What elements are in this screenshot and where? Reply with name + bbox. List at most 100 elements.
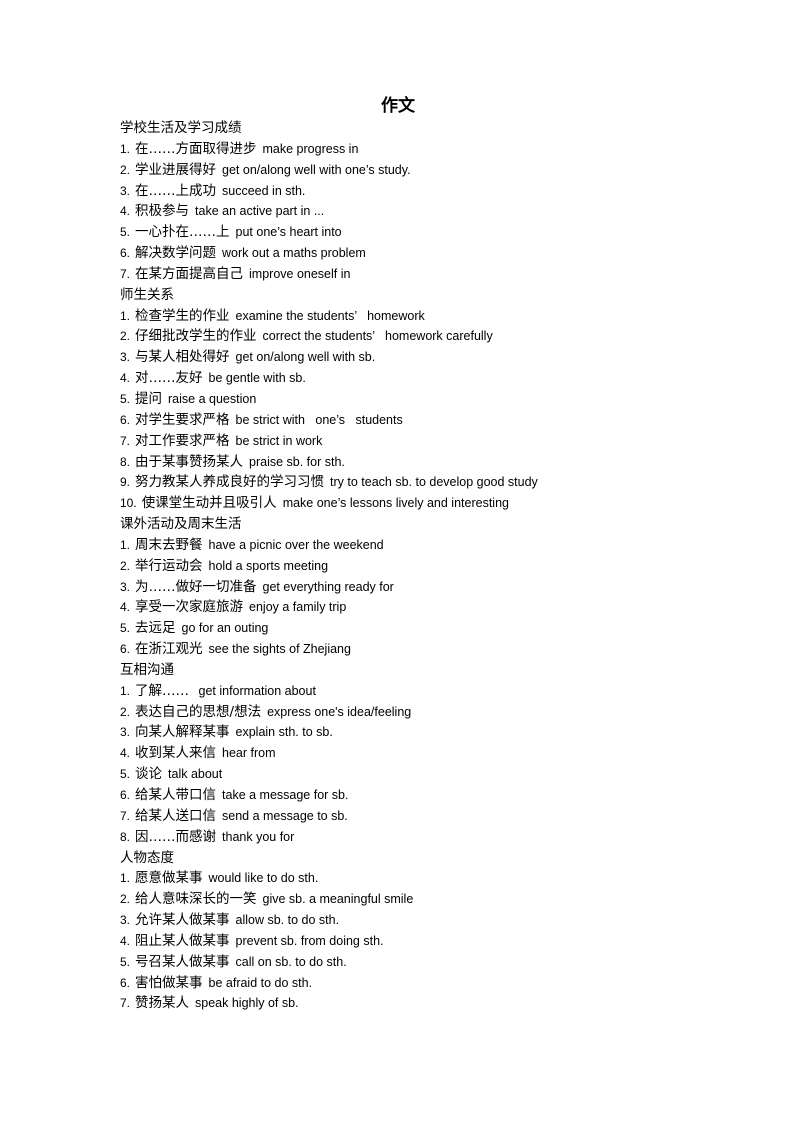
item-number: 5. (120, 225, 131, 240)
list-item: 1. 愿意做某事 would like to do sth. (120, 868, 680, 889)
sections-container: 学校生活及学习成绩 1. 在……方面取得进步 make progress in 2. 学业… (120, 118, 680, 1014)
item-number: 7. (120, 808, 131, 823)
list-item: 2. 学业进展得好 get on/along well with one’s stu… (120, 160, 680, 181)
item-number: 8. (120, 829, 131, 844)
item-number: 6. (120, 975, 131, 990)
list-item: 4. 享受一次家庭旅游 enjoy a family trip (120, 597, 680, 618)
list-item: 5. 去远足 go for an outing (120, 618, 680, 639)
item-english-phrase: explain sth. to sb. (235, 725, 333, 740)
item-chinese-phrase: 积极参与 (135, 203, 190, 220)
item-number: 2. (120, 892, 131, 907)
item-english-phrase: hold a sports meeting (208, 558, 329, 573)
list-item: 3. 在……上成功 succeed in sth. (120, 181, 680, 202)
list-item: 1. 了解…… get information about (120, 681, 680, 702)
list-item: 5. 一心扑在……上 put one’s heart into (120, 222, 680, 243)
list-item: 7. 在某方面提高自己 improve oneself in (120, 264, 680, 285)
item-chinese-phrase: 向某人解释某事 (135, 724, 230, 741)
item-english-phrase: enjoy a family trip (249, 600, 347, 615)
list-item: 8. 由于某事赞扬某人 praise sb. for sth. (120, 452, 680, 473)
item-chinese-phrase: 给某人带口信 (135, 787, 217, 803)
list-item: 2. 举行运动会 hold a sports meeting (120, 556, 680, 577)
item-chinese-phrase: 去远足 (135, 620, 176, 637)
title-text: 作文 (381, 96, 415, 116)
item-number: 2. (120, 329, 131, 344)
item-number: 3. (120, 579, 131, 594)
item-chinese-phrase: 学业进展得好 (135, 161, 217, 178)
item-english-phrase: be strict with one’s students (235, 412, 403, 427)
item-english-phrase: get information about (195, 683, 316, 698)
item-english-phrase: examine the students’ homework (235, 308, 425, 323)
section-heading: 课外活动及周末生活 (120, 516, 242, 533)
document-title: 作文 (0, 94, 794, 118)
list-item: 3. 向某人解释某事 explain sth. to sb. (120, 722, 680, 743)
document-page: 作文 学校生活及学习成绩 1. 在……方面取得进步 make progress in 2… (120, 94, 680, 1014)
list-item: 5. 号召某人做某事 call on sb. to do sth. (120, 952, 680, 973)
item-english-phrase: see the sights of Zhejiang (208, 642, 351, 657)
list-item: 4. 对……友好 be gentle with sb. (120, 368, 680, 389)
item-english-phrase: give sb. a meaningful smile (262, 892, 414, 907)
item-chinese-phrase: 赞扬某人 (135, 995, 190, 1012)
item-chinese-phrase: 在……上成功 (135, 182, 217, 199)
item-chinese-phrase: 与某人相处得好 (135, 349, 230, 366)
item-english-phrase: succeed in sth. (222, 183, 306, 198)
item-number: 1. (120, 683, 131, 698)
section-heading: 学校生活及学习成绩 (120, 120, 242, 136)
item-chinese-phrase: 因……而感谢 (135, 828, 217, 845)
item-number: 4. (120, 204, 131, 219)
item-number: 2. (120, 704, 131, 719)
list-item: 4. 积极参与 take an active part in ... (120, 201, 680, 222)
item-number: 6. (120, 246, 131, 261)
item-number: 9. (120, 475, 131, 490)
item-chinese-phrase: 检查学生的作业 (135, 307, 230, 324)
item-number: 2. (120, 162, 131, 177)
item-english-phrase: get on/along well with sb. (235, 350, 376, 365)
item-english-phrase: improve oneself in (249, 266, 351, 281)
list-item: 1. 检查学生的作业 examine the students’ homework (120, 306, 680, 327)
item-chinese-phrase: 阻止某人做某事 (135, 932, 230, 949)
item-english-phrase: be gentle with sb. (208, 371, 306, 386)
list-item: 6. 害怕做某事 be afraid to do sth. (120, 973, 680, 994)
item-number: 2. (120, 558, 131, 573)
item-english-phrase: talk about (168, 767, 223, 782)
item-chinese-phrase: 表达自己的思想/想法 (135, 703, 262, 720)
item-english-phrase: make one’s lessons lively and interestin… (282, 496, 509, 511)
item-english-phrase: express one's idea/feeling (267, 704, 412, 719)
list-item: 7. 给某人送口信 send a message to sb. (120, 806, 680, 827)
item-english-phrase: thank you for (222, 829, 295, 844)
item-chinese-phrase: 在……方面取得进步 (135, 140, 257, 157)
item-number: 5. (120, 391, 131, 406)
item-number: 1. (120, 537, 131, 552)
item-english-phrase: get everything ready for (262, 579, 394, 594)
item-chinese-phrase: 对工作要求严格 (135, 432, 230, 449)
item-chinese-phrase: 了解…… (135, 682, 190, 699)
item-english-phrase: make progress in (262, 141, 359, 156)
list-item: 2. 仔细批改学生的作业 correct the students’ homewor… (120, 326, 680, 347)
item-chinese-phrase: 在浙江观光 (135, 641, 203, 658)
list-item: 5. 谈论 talk about (120, 764, 680, 785)
item-number: 3. (120, 725, 131, 740)
item-number: 1. (120, 308, 131, 323)
list-item: 4. 阻止某人做某事 prevent sb. from doing sth. (120, 931, 680, 952)
item-number: 6. (120, 642, 131, 657)
item-chinese-phrase: 号召某人做某事 (135, 953, 230, 970)
item-number: 1. (120, 871, 131, 886)
item-number: 3. (120, 913, 131, 928)
item-chinese-phrase: 一心扑在……上 (135, 224, 230, 241)
list-item: 5. 提问 raise a question (120, 389, 680, 410)
item-english-phrase: send a message to sb. (222, 808, 348, 823)
item-chinese-phrase: 使课堂生动并且吸引人 (141, 495, 277, 512)
item-chinese-phrase: 收到某人来信 (135, 745, 217, 762)
list-item: 6. 给某人带口信 take a message for sb. (120, 785, 680, 806)
list-item: 2. 表达自己的思想/想法 express one's idea/feeling (120, 702, 680, 723)
item-chinese-phrase: 为……做好一切准备 (135, 578, 257, 595)
item-number: 4. (120, 933, 131, 948)
item-english-phrase: hear from (222, 746, 276, 761)
list-item: 7. 赞扬某人 speak highly of sb. (120, 993, 680, 1014)
section-heading: 互相沟通 (120, 661, 174, 678)
item-english-phrase: correct the students’ homework carefully (262, 329, 493, 344)
item-english-phrase: take a message for sb. (222, 788, 349, 802)
item-number: 5. (120, 954, 131, 969)
item-chinese-phrase: 给人意味深长的一笑 (135, 891, 257, 908)
list-item: 8. 因……而感谢 thank you for (120, 827, 680, 848)
item-number: 8. (120, 454, 131, 469)
